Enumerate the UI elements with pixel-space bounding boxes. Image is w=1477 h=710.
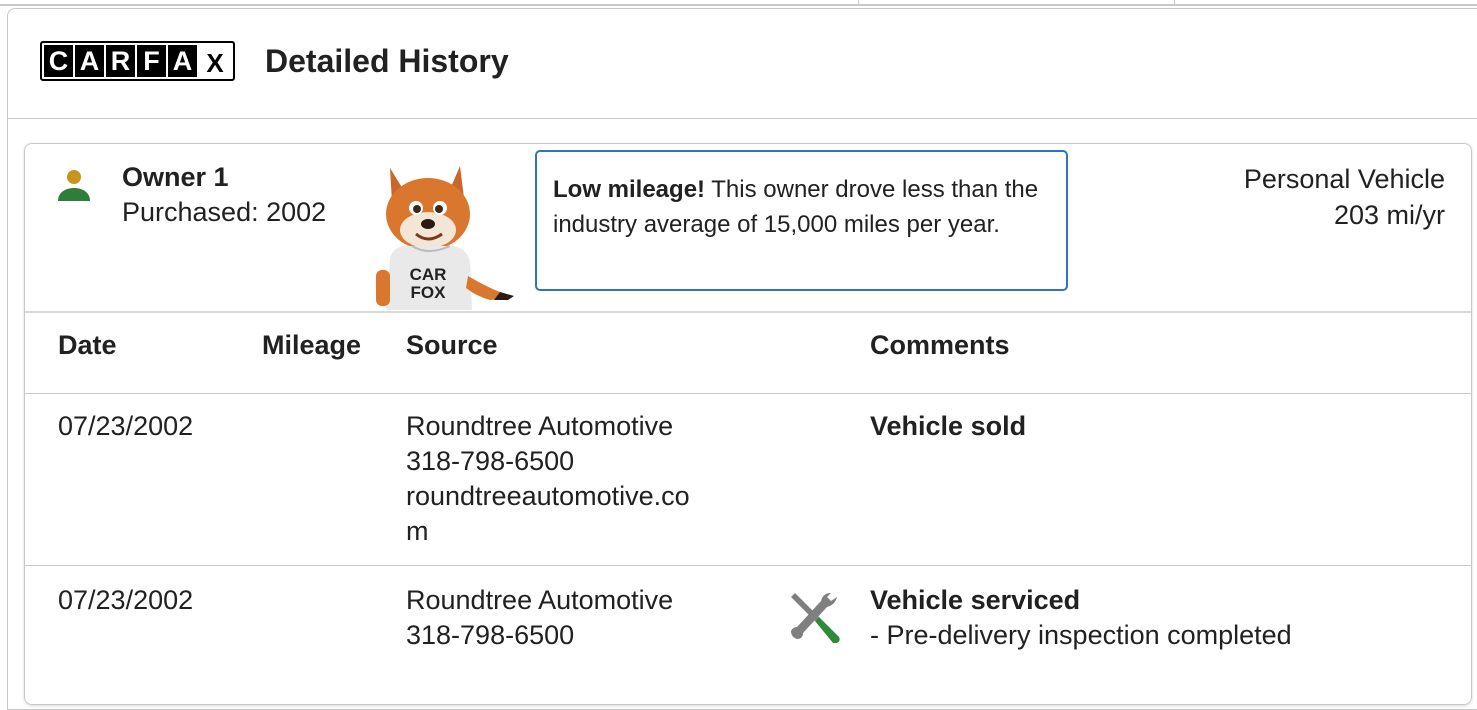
purchased-date: Purchased: 2002 xyxy=(122,197,327,227)
logo-letter: R xyxy=(106,45,135,77)
column-header-source: Source xyxy=(406,330,498,360)
carfax-logo: C A R F A X xyxy=(40,41,235,81)
comment-detail: - Pre-delivery inspection completed xyxy=(870,620,1292,650)
usage-rate: 203 mi/yr xyxy=(1333,200,1445,230)
carfox-mascot-icon: CAR FOX xyxy=(376,166,514,310)
row-divider xyxy=(25,565,1471,566)
logo-letter: C xyxy=(44,45,73,77)
section-header: C A R F A X Detailed History xyxy=(40,36,509,86)
source-name: Roundtree Automotive xyxy=(406,411,674,441)
person-icon xyxy=(58,170,90,201)
history-table-header xyxy=(25,311,1471,394)
service-wrench-icon xyxy=(791,593,840,643)
row-date: 07/23/2002 xyxy=(58,585,194,615)
source-phone: 318-798-6500 xyxy=(406,620,575,650)
source-name: Roundtree Automotive xyxy=(406,585,674,615)
top-tab-strip xyxy=(0,0,1477,6)
logo-letter: F xyxy=(137,45,166,77)
low-mileage-callout: Low mileage! This owner drove less than … xyxy=(535,150,1068,291)
row-comments: Vehicle sold xyxy=(870,409,1026,444)
row-date: 07/23/2002 xyxy=(58,411,194,441)
usage-type: Personal Vehicle xyxy=(1243,164,1445,194)
column-header-comments: Comments xyxy=(870,330,1010,360)
svg-text:CAR: CAR xyxy=(410,265,447,284)
section-title: Detailed History xyxy=(265,42,509,79)
header-divider xyxy=(8,118,1477,119)
column-header-mileage: Mileage xyxy=(262,330,362,360)
source-phone: 318-798-6500 xyxy=(406,446,575,476)
comment-title: Vehicle serviced xyxy=(870,585,1081,615)
row-source: Roundtree Automotive 318-798-6500 xyxy=(406,583,673,653)
top-strip-edge xyxy=(0,0,1477,6)
usage-summary: Personal Vehicle 203 mi/yr xyxy=(1244,161,1445,233)
callout-headline: Low mileage! xyxy=(553,176,706,203)
column-header-date: Date xyxy=(58,330,117,360)
source-website[interactable]: roundtreeautomotive.co xyxy=(406,479,690,514)
comment-title: Vehicle sold xyxy=(870,411,1027,441)
top-strip-divider xyxy=(1174,0,1175,6)
logo-letter: X xyxy=(199,45,231,77)
top-strip-divider xyxy=(858,0,859,6)
logo-letter: A xyxy=(168,45,197,77)
logo-letter: A xyxy=(75,45,104,77)
row-comments: Vehicle serviced - Pre-delivery inspecti… xyxy=(870,583,1292,653)
source-website-cont[interactable]: m xyxy=(406,514,690,549)
row-source: Roundtree Automotive 318-798-6500 roundt… xyxy=(406,409,690,549)
svg-text:FOX: FOX xyxy=(411,283,447,302)
owner-label: Owner 1 xyxy=(122,162,229,192)
